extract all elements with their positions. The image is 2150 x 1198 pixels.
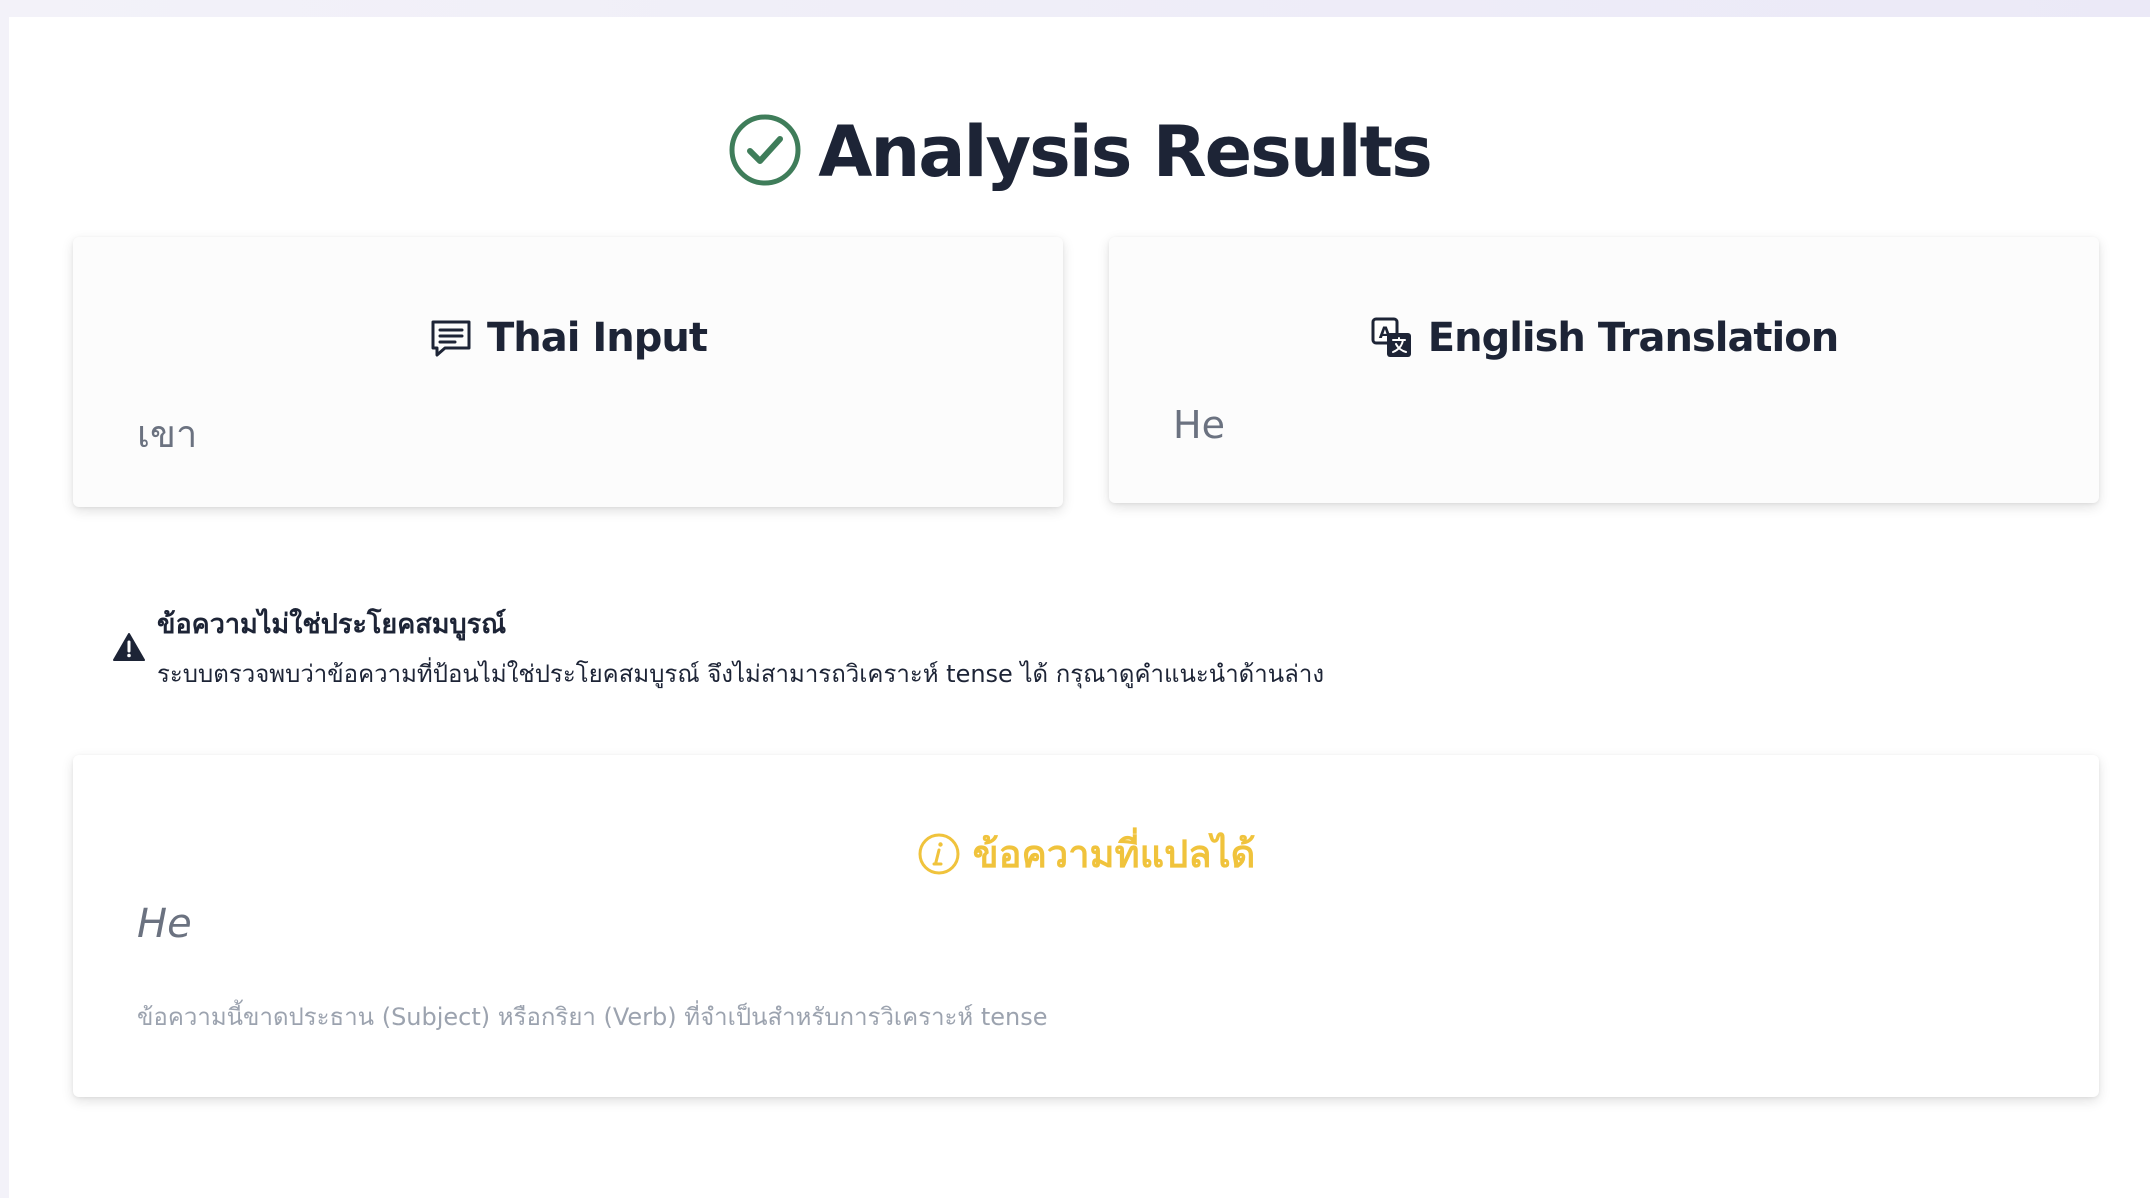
- translated-result-note: ข้อความนี้ขาดประธาน (Subject) หรือกริยา …: [137, 1003, 1048, 1031]
- translated-result-title: ข้อความที่แปลได้: [972, 832, 1256, 876]
- english-translation-text: He: [1173, 403, 1225, 447]
- page-header: Analysis Results: [9, 95, 2150, 205]
- check-circle-icon: [729, 114, 801, 186]
- chat-lines-icon: [431, 320, 471, 357]
- translated-result-text: He: [137, 901, 192, 947]
- thai-input-card: Thai Input เขา: [73, 237, 1063, 507]
- incomplete-sentence-warning: ข้อความไม่ใช่ประโยคสมบูรณ์ ระบบตรวจพบว่า…: [103, 602, 1703, 702]
- results-page: Analysis Results Thai Input เขา A Englis…: [9, 17, 2150, 1198]
- warning-triangle-icon: [113, 633, 145, 661]
- warning-title: ข้อความไม่ใช่ประโยคสมบูรณ์: [157, 609, 507, 640]
- translated-result-card: ข้อความที่แปลได้ He ข้อความนี้ขาดประธาน …: [73, 755, 2099, 1097]
- translated-result-header: ข้อความที่แปลได้: [73, 823, 2099, 884]
- english-translation-header: A English Translation: [1109, 315, 2099, 361]
- page-title: Analysis Results: [818, 111, 1433, 193]
- info-circle-icon: [918, 833, 960, 874]
- translate-icon: A: [1371, 317, 1411, 357]
- thai-input-title: Thai Input: [487, 315, 708, 361]
- english-translation-title: English Translation: [1427, 315, 1839, 361]
- english-translation-card: A English Translation He: [1109, 237, 2099, 503]
- warning-description: ระบบตรวจพบว่าข้อความที่ป้อนไม่ใช่ประโยคส…: [157, 660, 1325, 688]
- thai-input-header: Thai Input: [73, 315, 1063, 361]
- thai-input-text: เขา: [137, 412, 198, 456]
